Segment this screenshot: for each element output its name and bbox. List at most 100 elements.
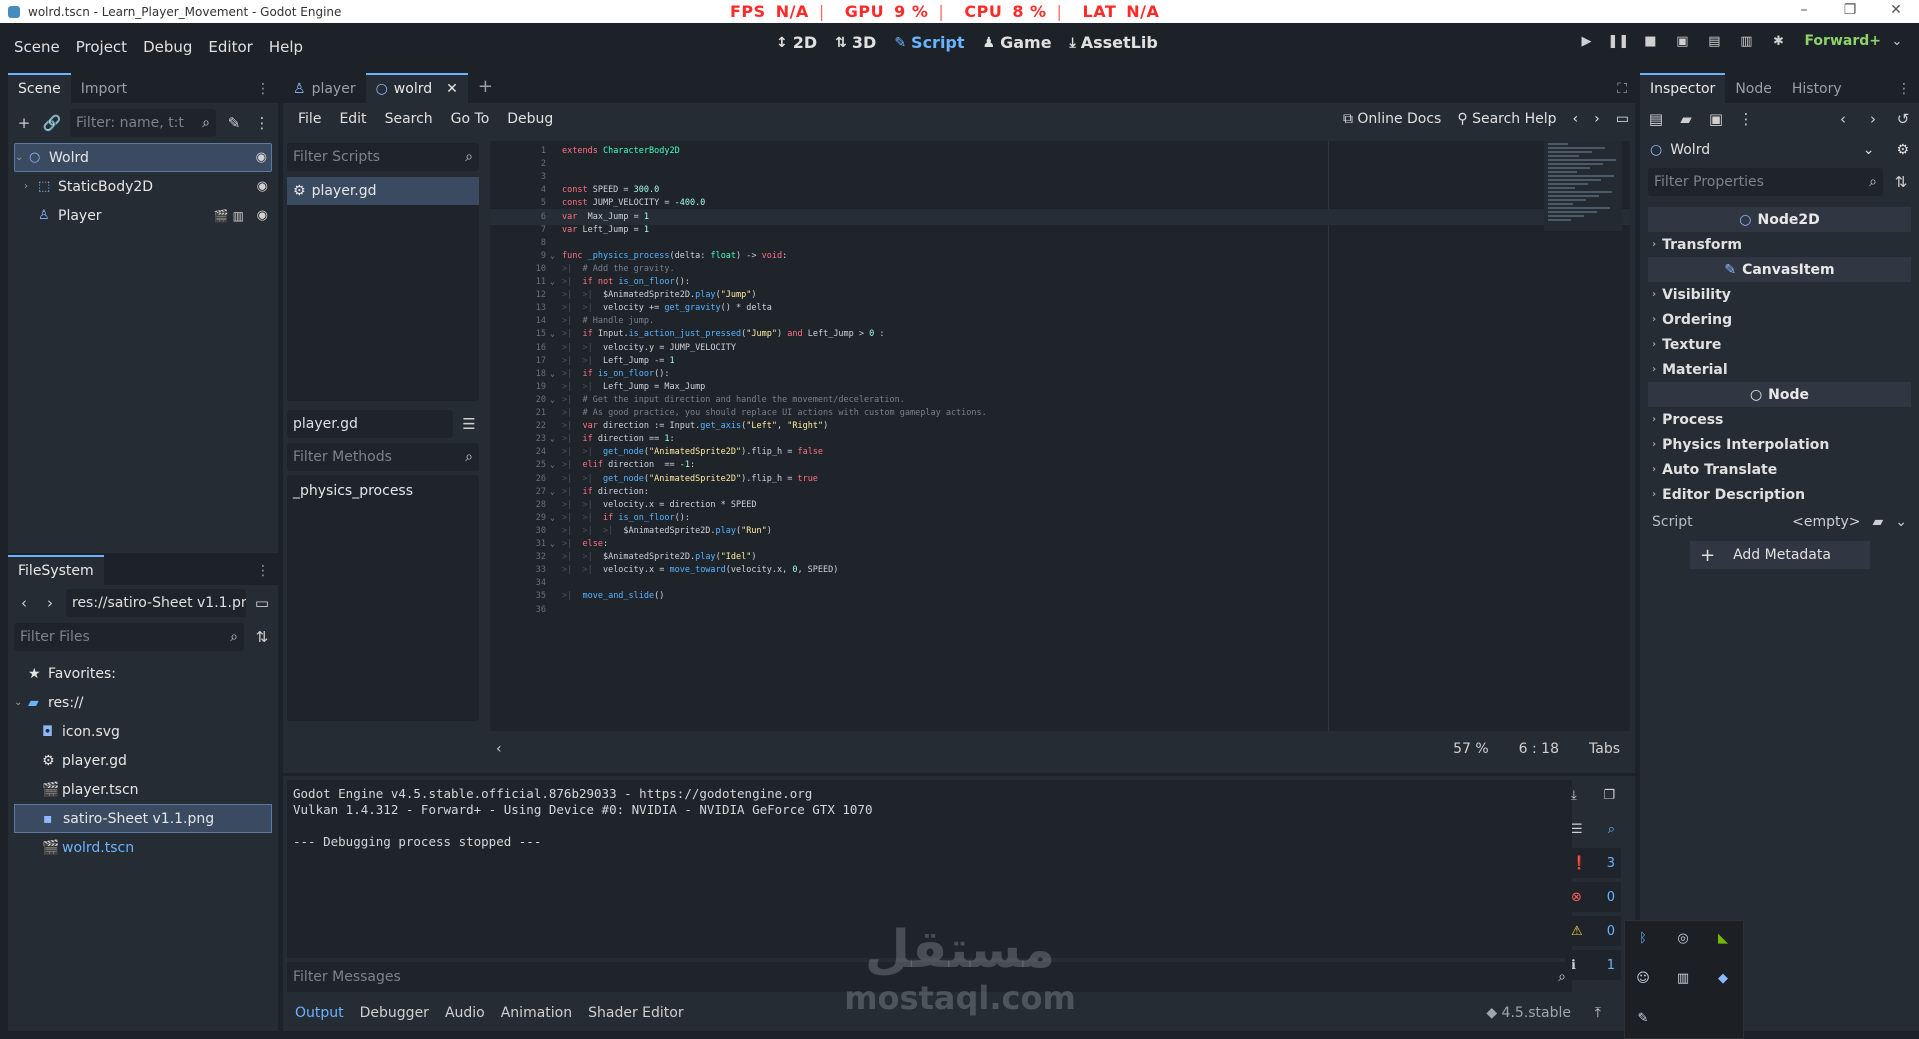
tab-inspector[interactable]: Inspector (1640, 73, 1726, 103)
scene-node-wolrd[interactable]: ⌄ ○ Wolrd ◉ (14, 143, 272, 172)
group-ordering[interactable]: › Ordering (1640, 307, 1919, 332)
group-visibility[interactable]: › Visibility (1640, 282, 1919, 307)
tab-node[interactable]: Node (1725, 75, 1782, 103)
bottom-tab-shader-editor[interactable]: Shader Editor (580, 1005, 691, 1021)
mode-game-button[interactable]: ♟ Game (983, 33, 1052, 52)
more-icon[interactable]: ⋮ (1736, 110, 1756, 128)
group-texture[interactable]: › Texture (1640, 332, 1919, 357)
tab-scene[interactable]: Scene (8, 73, 71, 103)
add-metadata-button[interactable]: + Add Metadata (1690, 541, 1870, 569)
play-scene-icon[interactable]: ▤ (1698, 34, 1730, 49)
filter-files-input[interactable]: Filter Files ⌕ (14, 623, 244, 651)
mode-assetlib-button[interactable]: ⤓ AssetLib (1070, 33, 1158, 52)
play-custom-scene-icon[interactable]: ▥ (1730, 34, 1762, 49)
chevron-down-icon[interactable]: ⌄ (15, 152, 29, 163)
play-icon[interactable]: ▶ (1570, 34, 1602, 49)
scene-node-staticbody2d[interactable]: › ⬚ StaticBody2D ◉ (14, 172, 272, 201)
back-icon[interactable]: ‹ (14, 594, 34, 612)
nvidia-icon[interactable]: ◣ (1711, 927, 1735, 951)
gamepad-icon[interactable]: ◆ (1711, 967, 1735, 991)
history-back-icon[interactable]: ‹ (1573, 111, 1579, 127)
script-menu-edit[interactable]: Edit (330, 111, 375, 127)
chevron-down-icon[interactable]: ⌄ (1881, 34, 1913, 49)
object-history-icon[interactable]: ↺ (1893, 110, 1913, 128)
history-forward-icon[interactable]: › (1863, 110, 1883, 128)
engine-version[interactable]: ◆ 4.5.stable (1486, 1005, 1571, 1021)
add-node-icon[interactable]: + (14, 114, 34, 132)
chevron-down-icon[interactable]: ⌄ (1895, 514, 1907, 530)
file-icon-svg[interactable]: ◘ icon.svg (14, 717, 272, 746)
script-menu-search[interactable]: Search (376, 111, 442, 127)
add-scene-tab-icon[interactable]: + (468, 74, 503, 103)
bottom-tab-debugger[interactable]: Debugger (352, 1005, 437, 1021)
scene-filter-input[interactable]: Filter: name, t:t ⌕ (70, 109, 216, 137)
distraction-free-icon[interactable]: ⛶ (1609, 75, 1635, 103)
remote-debug-icon[interactable]: ▣ (1666, 34, 1698, 49)
group-process[interactable]: › Process (1640, 407, 1919, 432)
mode-2d-button[interactable]: ↕ 2D (776, 33, 817, 52)
copy-icon[interactable]: ❐ (1603, 788, 1615, 803)
visibility-eye-icon[interactable]: ◉ (257, 179, 268, 194)
node-settings-icon[interactable]: ⚙ (1896, 142, 1909, 158)
forward-icon[interactable]: › (40, 594, 60, 612)
dock-menu-icon[interactable]: ⋮ (248, 75, 278, 103)
favorites-folder[interactable]: ★ Favorites: (14, 659, 272, 688)
filter-properties-input[interactable]: Filter Properties ⌕ (1648, 168, 1883, 196)
chevron-right-icon[interactable]: › (24, 181, 38, 192)
menu-debug[interactable]: Debug (135, 38, 200, 56)
float-window-icon[interactable]: ▭ (1616, 111, 1629, 127)
bottom-tab-audio[interactable]: Audio (437, 1005, 493, 1021)
zoom-level[interactable]: 57 % (1453, 741, 1489, 757)
attach-script-icon[interactable]: ✎ (224, 114, 244, 132)
bottom-tab-output[interactable]: Output (287, 1005, 352, 1021)
menu-scene[interactable]: Scene (6, 38, 68, 56)
mode-script-button[interactable]: ✎ Script (894, 33, 964, 52)
search-help-button[interactable]: ⚲ Search Help (1457, 111, 1556, 127)
bottom-tab-animation[interactable]: Animation (493, 1005, 580, 1021)
filter-errors-toggle[interactable]: ⊗ 0 (1565, 882, 1621, 912)
script-menu-file[interactable]: File (289, 111, 330, 127)
new-resource-icon[interactable]: ▤ (1646, 110, 1666, 128)
dock-menu-icon[interactable]: ⋮ (248, 557, 278, 585)
toggle-scripts-panel-icon[interactable]: ‹ (496, 741, 502, 757)
steam-icon[interactable]: ◎ (1671, 927, 1695, 951)
code-line[interactable]: 36 (490, 602, 1630, 618)
online-docs-button[interactable]: ⧉ Online Docs (1343, 111, 1441, 127)
script-item-player-gd[interactable]: ⚙ player.gd (287, 177, 479, 205)
sort-icon[interactable]: ⇅ (252, 628, 272, 646)
filter-warnings-toggle[interactable]: ⚠ 0 (1565, 916, 1621, 946)
visibility-eye-icon[interactable]: ◉ (256, 150, 267, 165)
indent-mode[interactable]: Tabs (1589, 741, 1620, 757)
sort-methods-icon[interactable]: ☰ (459, 415, 479, 433)
code-minimap[interactable] (1544, 141, 1622, 231)
filter-scripts-input[interactable]: Filter Scripts ⌕ (287, 143, 479, 171)
scene-tab-player[interactable]: ♙ player (283, 75, 366, 103)
instance-and-script-icons[interactable]: 🎬 ▥ (214, 209, 244, 223)
script-menu-goto[interactable]: Go To (442, 111, 499, 127)
group-material[interactable]: › Material (1640, 357, 1919, 382)
maximize-button[interactable]: ❐ (1827, 0, 1873, 23)
tab-history[interactable]: History (1782, 75, 1852, 103)
file-player-tscn[interactable]: 🎬 player.tscn (14, 775, 272, 804)
search-icon[interactable]: ⌕ (1608, 822, 1615, 837)
mode-3d-button[interactable]: ⇅ 3D (835, 33, 876, 52)
pen-icon[interactable]: ✎ (1631, 1007, 1655, 1031)
discord-icon[interactable]: ☺ (1631, 967, 1655, 991)
menu-editor[interactable]: Editor (200, 38, 260, 56)
menu-help[interactable]: Help (261, 38, 311, 56)
pause-icon[interactable]: ❚❚ (1602, 34, 1634, 49)
filter-methods-input[interactable]: Filter Methods ⌕ (287, 443, 479, 471)
save-icon[interactable]: ▣ (1706, 110, 1726, 128)
file-wolrd-tscn[interactable]: 🎬 wolrd.tscn (14, 833, 272, 862)
group-transform[interactable]: › Transform (1640, 232, 1919, 257)
file-player-gd[interactable]: ⚙ player.gd (14, 746, 272, 775)
group-physics-interpolation[interactable]: › Physics Interpolation (1640, 432, 1919, 457)
tab-import[interactable]: Import (71, 75, 137, 103)
code-editor[interactable]: 1 extends CharacterBody2D 2 3 4 const SPEED =… (490, 141, 1630, 731)
path-field[interactable]: res://satiro-Sheet v1.1.png (66, 589, 246, 617)
filter-messages-toggle[interactable]: ❗ 3 (1565, 848, 1621, 878)
pin-panel-icon[interactable]: ⤒ (1595, 1005, 1601, 1021)
method-item[interactable]: _physics_process (287, 475, 479, 503)
more-icon[interactable]: ⋮ (252, 114, 272, 132)
filter-editor-toggle[interactable]: ℹ1 (1565, 950, 1621, 980)
